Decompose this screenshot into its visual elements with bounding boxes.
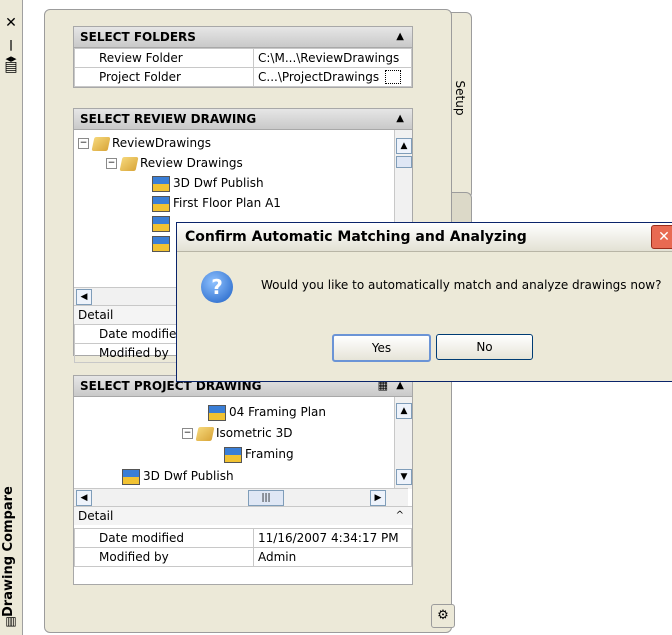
scroll-thumb[interactable]: ||| xyxy=(248,490,284,506)
tree-node-folder[interactable]: − Review Drawings xyxy=(106,154,243,172)
tree-node-drawing[interactable]: 3D Dwf Publish xyxy=(122,467,234,485)
folder-icon xyxy=(119,156,139,171)
close-icon[interactable]: ✕ xyxy=(651,225,672,249)
table-row: Modified by Admin xyxy=(74,547,412,567)
tree-node-drawing[interactable]: First Floor Plan A1 xyxy=(152,194,281,212)
confirm-dialog: Confirm Automatic Matching and Analyzing… xyxy=(176,222,672,382)
close-icon[interactable]: ✕ xyxy=(4,16,18,30)
dialog-title: Confirm Automatic Matching and Analyzing xyxy=(185,229,527,245)
auto-hide-icon[interactable]: |◂▸ xyxy=(4,38,18,65)
modified-by-value: Admin xyxy=(253,547,412,567)
project-folder-value[interactable]: C...\ProjectDrawings xyxy=(253,67,412,87)
tree-node-drawing[interactable]: Framing xyxy=(224,445,294,463)
dwf-file-icon xyxy=(224,446,242,463)
tree-node-label: First Floor Plan A1 xyxy=(173,196,281,210)
project-folder-text: C...\ProjectDrawings xyxy=(258,69,380,84)
project-folder-label: Project Folder xyxy=(74,67,254,87)
tree-node-label: Isometric 3D xyxy=(216,426,293,440)
dwf-file-icon xyxy=(122,468,140,485)
date-modified-value: 11/16/2007 4:34:17 PM xyxy=(253,528,412,548)
tree-node-label: Framing xyxy=(245,447,294,461)
tree-node-drawing[interactable]: 04 Framing Plan xyxy=(208,403,326,421)
dwf-file-icon xyxy=(152,235,170,252)
detail-label: Detail xyxy=(78,509,114,523)
folder-icon xyxy=(195,426,215,441)
dwf-file-icon xyxy=(208,404,226,421)
select-folders-section: SELECT FOLDERS ▲ Review Folder C:\M...\R… xyxy=(73,26,413,88)
tree-node-label: 04 Framing Plan xyxy=(229,405,326,419)
project-tree: 04 Framing Plan − Isometric 3D Framing 3D… xyxy=(74,397,412,489)
tree-node-label: 3D Dwf Publish xyxy=(143,469,234,483)
select-folders-title: SELECT FOLDERS xyxy=(80,30,196,44)
detail-label: Detail xyxy=(78,308,114,322)
select-review-title: SELECT REVIEW DRAWING xyxy=(80,112,257,126)
tree-node-drawing[interactable]: 3D Dwf Publish xyxy=(152,174,264,192)
vertical-scrollbar[interactable]: ▲ ▼ xyxy=(394,397,412,489)
dwf-file-icon xyxy=(152,215,170,232)
collapse-tree-icon[interactable]: − xyxy=(106,158,117,169)
review-folder-value[interactable]: C:\M...\ReviewDrawings xyxy=(253,48,412,68)
tree-node-label: ReviewDrawings xyxy=(112,136,211,150)
collapse-icon[interactable]: ▲ xyxy=(396,27,404,47)
horizontal-scrollbar[interactable]: ◀ ||| ▶ xyxy=(74,488,408,506)
settings-button[interactable]: ⚙ xyxy=(431,604,455,628)
dialog-message: Would you like to automatically match an… xyxy=(261,278,662,292)
tree-node-drawing[interactable] xyxy=(152,214,173,232)
table-row: Review Folder C:\M...\ReviewDrawings xyxy=(74,48,412,68)
palette-icon: ▥ xyxy=(5,614,17,628)
browse-button[interactable] xyxy=(385,70,402,85)
question-icon: ? xyxy=(201,271,233,303)
folder-icon xyxy=(91,136,111,151)
tree-node-drawing[interactable] xyxy=(152,234,173,252)
collapse-icon[interactable]: ▲ xyxy=(396,109,404,129)
select-folders-header[interactable]: SELECT FOLDERS ▲ xyxy=(74,27,412,48)
tree-node-folder[interactable]: − Isometric 3D xyxy=(182,424,292,442)
scroll-left-icon[interactable]: ◀ xyxy=(76,490,92,506)
scroll-thumb[interactable] xyxy=(396,156,412,168)
yes-button[interactable]: Yes xyxy=(332,334,431,362)
scroll-up-icon[interactable]: ▲ xyxy=(396,138,412,154)
dwf-file-icon xyxy=(152,195,170,212)
palette-title-bar: ✕ |◂▸ ▤ Drawing Compare ▥ xyxy=(0,0,23,635)
properties-icon[interactable]: ▤ xyxy=(4,60,18,74)
dwf-file-icon xyxy=(152,175,170,192)
select-project-section: SELECT PROJECT DRAWING ▦ ▲ 04 Framing Pl… xyxy=(73,375,413,585)
tree-node-label: 3D Dwf Publish xyxy=(173,176,264,190)
review-folder-label: Review Folder xyxy=(74,48,254,68)
date-modified-label: Date modified xyxy=(74,528,254,548)
scroll-right-icon[interactable]: ▶ xyxy=(370,490,386,506)
palette-title: Drawing Compare xyxy=(1,486,16,617)
settings-icon: ⚙ xyxy=(437,608,449,623)
detail-header[interactable]: Detail ^ xyxy=(74,506,412,525)
collapse-tree-icon[interactable]: − xyxy=(182,428,193,439)
scroll-up-icon[interactable]: ▲ xyxy=(396,403,412,419)
scroll-down-icon[interactable]: ▼ xyxy=(396,469,412,485)
tree-node-root[interactable]: − ReviewDrawings xyxy=(78,134,211,152)
select-review-header[interactable]: SELECT REVIEW DRAWING ▲ xyxy=(74,109,412,130)
collapse-tree-icon[interactable]: − xyxy=(78,138,89,149)
table-row: Date modified 11/16/2007 4:34:17 PM xyxy=(74,528,412,548)
scroll-left-icon[interactable]: ◀ xyxy=(76,289,92,305)
no-button[interactable]: No xyxy=(436,334,533,360)
tree-node-label: Review Drawings xyxy=(140,156,243,170)
dialog-title-bar[interactable]: Confirm Automatic Matching and Analyzing… xyxy=(177,223,672,252)
tab-setup-label: Setup xyxy=(453,80,467,116)
collapse-icon[interactable]: ^ xyxy=(396,507,404,525)
tab-setup[interactable]: Setup xyxy=(449,12,472,199)
table-row: Project Folder C...\ProjectDrawings xyxy=(74,67,412,87)
modified-by-label: Modified by xyxy=(74,547,254,567)
project-details-table: Date modified 11/16/2007 4:34:17 PM Modif… xyxy=(74,528,412,567)
folders-table: Review Folder C:\M...\ReviewDrawings Pro… xyxy=(74,48,412,87)
